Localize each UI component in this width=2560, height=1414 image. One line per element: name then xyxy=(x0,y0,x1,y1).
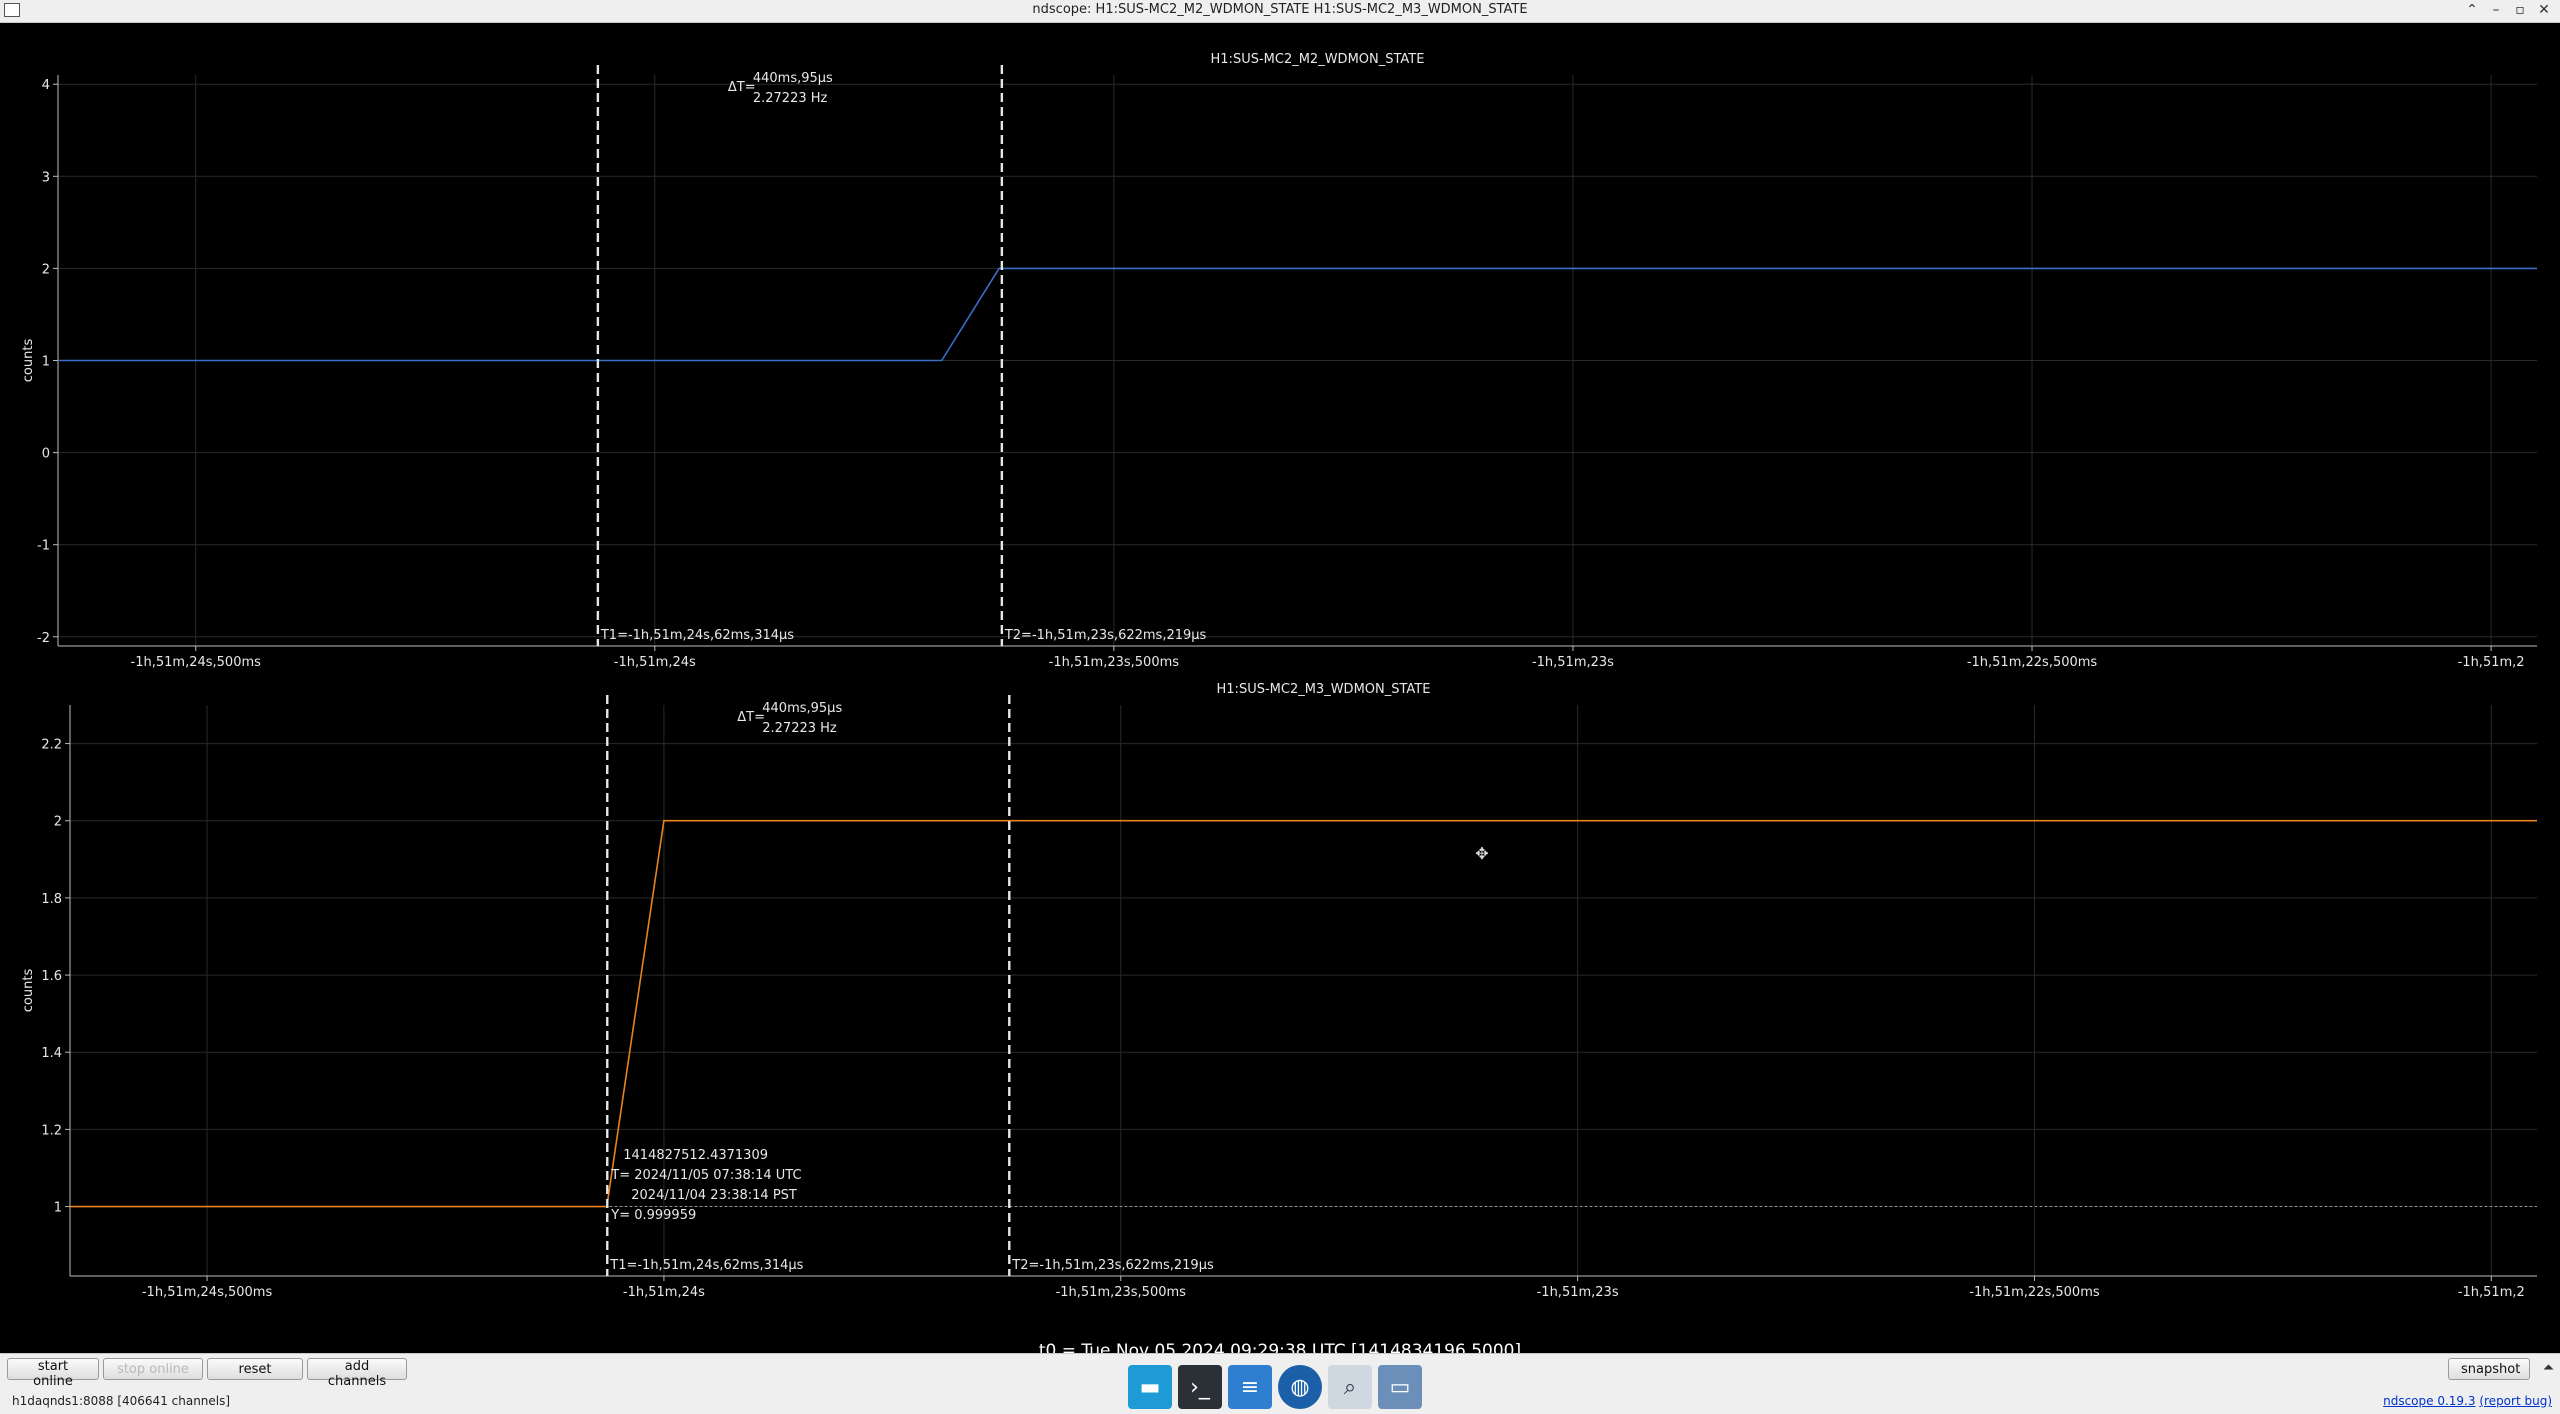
y-tick-label: 4 xyxy=(42,78,50,93)
cursor-t1-label: T1=-1h,51m,24s,62ms,314µs xyxy=(600,628,794,643)
snapshot-button[interactable]: snapshot xyxy=(2448,1358,2530,1380)
y-tick-label: 1.4 xyxy=(41,1046,62,1061)
cursor-t2-label: T2=-1h,51m,23s,622ms,219µs xyxy=(1011,1258,1214,1273)
x-tick-label: -1h,51m,23s,500ms xyxy=(1049,655,1180,670)
annotation-pst: 2024/11/04 23:38:14 PST xyxy=(631,1188,797,1203)
annotation-gps: 1414827512.4371309 xyxy=(623,1148,768,1163)
y-tick-label: 2.2 xyxy=(41,738,62,753)
report-bug-link[interactable]: (report bug) xyxy=(2479,1394,2552,1408)
taskbar: ▬ ›_ ≡ ◍ ⌕ ▭ xyxy=(1128,1363,1422,1411)
x-tick-label: -1h,51m,24s,500ms xyxy=(131,655,262,670)
shade-window-button[interactable]: ⌃ xyxy=(2462,0,2482,20)
delta-t-value: 440ms,95µs xyxy=(753,71,833,86)
y-tick-label: -1 xyxy=(37,539,50,554)
search-icon[interactable]: ⌕ xyxy=(1328,1365,1372,1409)
version-link[interactable]: ndscope 0.19.3 xyxy=(2383,1394,2475,1408)
add-channels-button[interactable]: add channels xyxy=(307,1358,407,1389)
plot-title: H1:SUS-MC2_M3_WDMON_STATE xyxy=(1217,682,1431,697)
y-tick-label: 1.8 xyxy=(41,892,62,907)
y-tick-label: 1 xyxy=(42,355,50,370)
reset-button[interactable]: reset xyxy=(207,1358,303,1380)
x-tick-label: -1h,51m,24s xyxy=(623,1285,705,1300)
text-editor-icon[interactable]: ≡ xyxy=(1228,1365,1272,1409)
y-tick-label: 1.2 xyxy=(41,1123,62,1138)
y-axis-label: counts xyxy=(21,969,36,1013)
annotation-utc: T= 2024/11/05 07:38:14 UTC xyxy=(610,1168,801,1183)
x-tick-label: -1h,51m,23s,500ms xyxy=(1056,1285,1187,1300)
plot-title: H1:SUS-MC2_M2_WDMON_STATE xyxy=(1211,52,1425,67)
window-titlebar: ndscope: H1:SUS-MC2_M2_WDMON_STATE H1:SU… xyxy=(0,0,2560,23)
x-tick-label: -1h,51m,22s,500ms xyxy=(1967,655,2098,670)
expand-arrow-icon[interactable]: ⏶ xyxy=(2543,1360,2554,1376)
bottom-toolbar: start online stop online reset add chann… xyxy=(0,1353,2560,1414)
delta-t-value: 440ms,95µs xyxy=(762,701,842,716)
cursor-t2-label: T2=-1h,51m,23s,622ms,219µs xyxy=(1004,628,1207,643)
x-tick-label: -1h,51m,24s,500ms xyxy=(142,1285,273,1300)
desktop-icon[interactable]: ▬ xyxy=(1128,1365,1172,1409)
series-line xyxy=(70,819,2537,1208)
y-tick-label: 3 xyxy=(42,170,50,185)
delta-frequency: 2.27223 Hz xyxy=(762,721,837,736)
x-tick-label: -1h,51m,2 xyxy=(2458,655,2525,670)
close-button[interactable]: ✕ xyxy=(2534,0,2554,20)
y-tick-label: 2 xyxy=(54,815,62,830)
y-tick-label: -2 xyxy=(37,631,50,646)
mouse-cursor-icon: ✥ xyxy=(1475,844,1488,863)
x-tick-label: -1h,51m,2 xyxy=(2458,1285,2525,1300)
annotation-y: Y= 0.999959 xyxy=(610,1208,696,1223)
x-tick-label: -1h,51m,24s xyxy=(614,655,696,670)
stop-online-button[interactable]: stop online xyxy=(103,1358,203,1380)
x-tick-label: -1h,51m,23s xyxy=(1537,1285,1619,1300)
version-info: ndscope 0.19.3 (report bug) xyxy=(2383,1394,2552,1408)
browser-icon[interactable]: ◍ xyxy=(1278,1365,1322,1409)
cursor-t1-label: T1=-1h,51m,24s,62ms,314µs xyxy=(609,1258,803,1273)
maximize-button[interactable]: ▫ xyxy=(2510,0,2530,20)
window-title: ndscope: H1:SUS-MC2_M2_WDMON_STATE H1:SU… xyxy=(1032,2,1528,17)
x-tick-label: -1h,51m,23s xyxy=(1532,655,1614,670)
server-status: h1daqnds1:8088 [406641 channels] xyxy=(12,1394,231,1408)
start-online-button[interactable]: start online xyxy=(7,1358,99,1389)
delta-frequency: 2.27223 Hz xyxy=(753,91,828,106)
y-tick-label: 0 xyxy=(42,447,50,462)
delta-t-label: ΔT= xyxy=(728,80,756,95)
plot-area[interactable]: H1:SUS-MC2_M2_WDMON_STATE -2 -1 0 1 2 3 4 -1h,51… xyxy=(0,23,2560,1361)
folder-icon[interactable]: ▭ xyxy=(1378,1365,1422,1409)
delta-t-label: ΔT= xyxy=(737,710,765,725)
x-tick-label: -1h,51m,22s,500ms xyxy=(1969,1285,2100,1300)
plots-svg[interactable]: H1:SUS-MC2_M2_WDMON_STATE -2 -1 0 1 2 3 4 -1h,51… xyxy=(0,23,2560,1318)
y-tick-label: 1 xyxy=(54,1201,62,1216)
y-axis-label: counts xyxy=(21,339,36,383)
y-tick-label: 2 xyxy=(42,262,50,277)
minimize-button[interactable]: – xyxy=(2486,0,2506,20)
terminal-icon[interactable]: ›_ xyxy=(1178,1365,1222,1409)
series-line xyxy=(58,267,2537,362)
y-tick-label: 1.6 xyxy=(41,969,62,984)
